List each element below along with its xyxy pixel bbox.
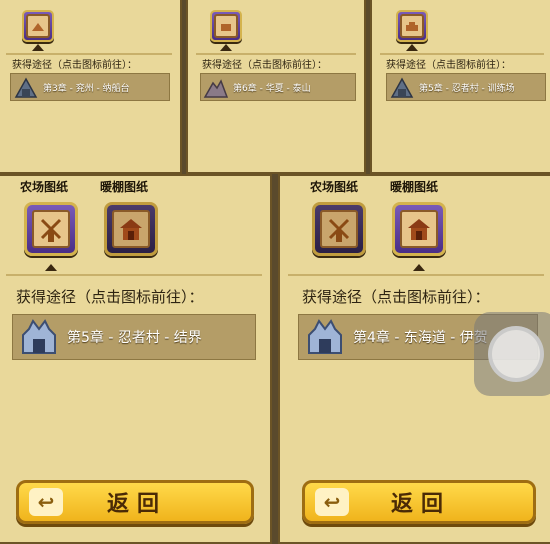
divider [288,274,544,276]
route-link[interactable]: 第5章 - 忍者村 - 结界 [12,314,256,360]
mountain-icon [203,79,229,98]
return-button[interactable]: ↩ 返回 [302,480,536,524]
fortress-icon [308,319,342,354]
selected-indicator [32,44,44,51]
scroll-map-icon[interactable] [396,10,428,42]
route-text: 第5章 - 忍者村 - 训练场 [419,83,515,94]
route-label: 获得途径（点击图标前往）： [302,288,490,306]
route-label: 获得途径（点击图标前往）： [386,60,511,71]
return-button[interactable]: ↩ 返回 [16,480,254,524]
item-label: 农场图纸 [310,180,359,194]
selected-indicator [413,264,425,271]
tower-icon [390,77,414,98]
route-text: 第5章 - 忍者村 - 结界 [67,330,202,346]
windmill-scroll-icon[interactable] [312,202,366,256]
item-label: 暖棚图纸 [100,180,149,194]
route-text: 第4章 - 东海道 - 伊贺 [353,330,488,346]
route-link[interactable]: 第5章 - 忍者村 - 训练场 [386,73,546,101]
item-label: 农场图纸 [20,180,69,194]
item-label: 暖棚图纸 [390,180,439,194]
windmill-scroll-icon[interactable] [24,202,78,256]
recipe-panel-top-2: 获得途径（点击图标前往）： 第6章 - 华夏 - 泰山 [186,0,366,174]
selected-indicator [220,44,232,51]
divider [380,53,544,55]
return-label: 返回 [390,492,451,517]
house-scroll-icon[interactable] [392,202,446,256]
route-text: 第6章 - 华夏 - 泰山 [233,83,311,94]
return-label: 返回 [106,492,167,517]
selected-indicator [45,264,57,271]
route-link[interactable]: 第3章 - 兖州 - 纳船台 [10,73,170,101]
route-label: 获得途径（点击图标前往）： [202,60,327,71]
return-arrow-icon: ↩ [29,488,63,516]
scroll-map-icon[interactable] [210,10,242,42]
scroll-map-icon[interactable] [22,10,54,42]
house-scroll-icon[interactable] [104,202,158,256]
recipe-panel-top-1: 获得途径（点击图标前往）： 第3章 - 兖州 - 纳船台 [0,0,182,174]
route-label: 获得途径（点击图标前往）： [12,60,137,71]
return-arrow-icon: ↩ [315,488,349,516]
route-text: 第3章 - 兖州 - 纳船台 [43,83,130,94]
assistive-ball-icon [488,326,544,382]
route-label: 获得途径（点击图标前往）： [16,288,204,306]
divider [6,53,172,55]
divider [6,274,262,276]
divider [196,53,356,55]
tower-icon [14,77,38,98]
fortress-icon [22,319,56,354]
floating-assistive-button[interactable] [474,312,550,396]
route-link[interactable]: 第6章 - 华夏 - 泰山 [200,73,356,101]
recipe-panel-bottom-1: 农场图纸 暖棚图纸 获得途径（点击图标前往）： 第5章 - 忍者村 - 结界 ↩… [0,174,272,544]
recipe-panel-top-3: 获得途径（点击图标前往）： 第5章 - 忍者村 - 训练场 [370,0,550,174]
selected-indicator [406,44,418,51]
